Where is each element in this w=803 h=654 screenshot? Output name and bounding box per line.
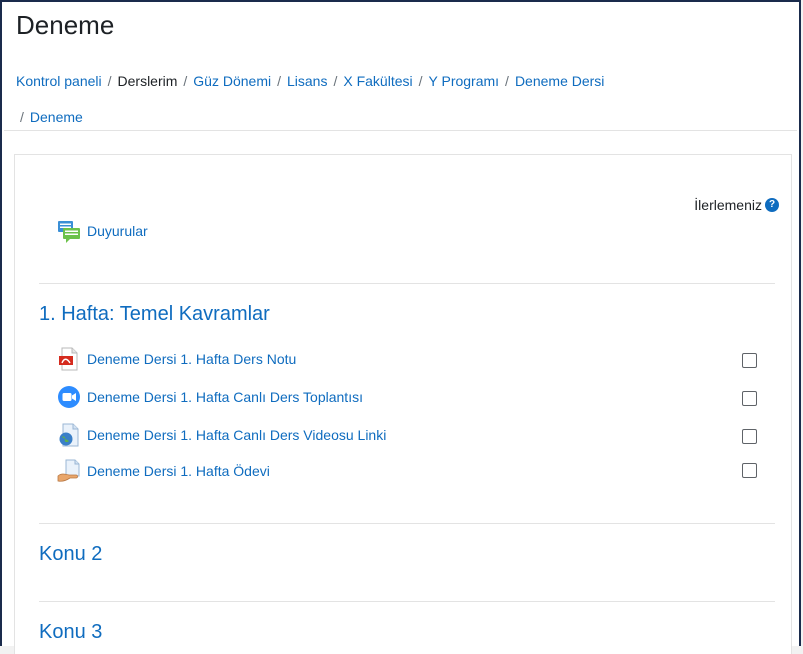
activity-odevi-link[interactable]: Deneme Dersi 1. Hafta Ödevi [87, 463, 270, 479]
page-title: Deneme [16, 10, 115, 40]
breadcrumb-item-guz-donemi[interactable]: Güz Dönemi [193, 73, 271, 89]
breadcrumb-item-deneme-dersi[interactable]: Deneme Dersi [515, 73, 604, 89]
activity-canli-ders-toplantisi-link[interactable]: Deneme Dersi 1. Hafta Canlı Ders Toplant… [87, 389, 363, 405]
section-title-konu-2[interactable]: Konu 2 [39, 543, 102, 566]
browser-frame: Deneme Kontrol paneli / Derslerim / Güz Döne… [0, 0, 801, 654]
announcements-activity[interactable]: Duyurular [57, 219, 148, 243]
zoom-icon [58, 386, 80, 408]
section-divider [39, 523, 775, 524]
breadcrumb-item-x-fakultesi[interactable]: X Fakültesi [343, 73, 412, 89]
course-content: İlerlemeniz ? Duyurular 1. Hafta: Temel … [14, 154, 792, 654]
completion-checkbox[interactable] [742, 463, 757, 478]
url-icon [59, 423, 79, 447]
activity-canli-ders-videosu-linki-link[interactable]: Deneme Dersi 1. Hafta Canlı Ders Videosu… [87, 427, 386, 443]
announcements-link[interactable]: Duyurular [87, 223, 148, 239]
activity-odevi[interactable]: Deneme Dersi 1. Hafta Ödevi [57, 459, 270, 483]
help-icon[interactable]: ? [765, 198, 779, 212]
section-title-konu-3[interactable]: Konu 3 [39, 621, 102, 644]
assignment-icon [57, 459, 80, 482]
breadcrumb-separator: / [20, 109, 24, 125]
breadcrumb-separator: / [418, 73, 423, 89]
pdf-icon [59, 347, 78, 371]
breadcrumb-item-lisans[interactable]: Lisans [287, 73, 327, 89]
breadcrumb-item-kontrol-paneli[interactable]: Kontrol paneli [16, 73, 102, 89]
breadcrumb-item-derslerim: Derslerim [117, 73, 178, 89]
breadcrumb-separator: / [505, 73, 509, 89]
activity-canli-ders-videosu-linki[interactable]: Deneme Dersi 1. Hafta Canlı Ders Videosu… [57, 423, 386, 447]
breadcrumb-separator: / [107, 73, 112, 89]
forum-icon [58, 221, 80, 243]
breadcrumb-separator: / [277, 73, 281, 89]
section-divider [39, 601, 775, 602]
breadcrumb-separator: / [183, 73, 188, 89]
activity-canli-ders-toplantisi[interactable]: Deneme Dersi 1. Hafta Canlı Ders Toplant… [57, 385, 363, 409]
completion-checkbox[interactable] [742, 391, 757, 406]
breadcrumb-separator: / [333, 73, 338, 89]
breadcrumb-item-y-programi[interactable]: Y Programı [429, 73, 500, 89]
page-header: Deneme Kontrol paneli / Derslerim / Güz Döne… [4, 4, 797, 131]
completion-checkbox[interactable] [742, 429, 757, 444]
activity-ders-notu-link[interactable]: Deneme Dersi 1. Hafta Ders Notu [87, 351, 296, 367]
breadcrumb-item-deneme[interactable]: Deneme [30, 109, 83, 125]
progress-indicator: İlerlemeniz ? [694, 197, 779, 213]
completion-checkbox[interactable] [742, 353, 757, 368]
activity-ders-notu[interactable]: Deneme Dersi 1. Hafta Ders Notu [57, 347, 296, 371]
breadcrumb: Kontrol paneli / Derslerim / Güz Dönemi / Lisa… [16, 63, 791, 135]
section-divider [39, 283, 775, 284]
section-title-week-1[interactable]: 1. Hafta: Temel Kavramlar [39, 303, 270, 326]
progress-label: İlerlemeniz [694, 197, 762, 213]
